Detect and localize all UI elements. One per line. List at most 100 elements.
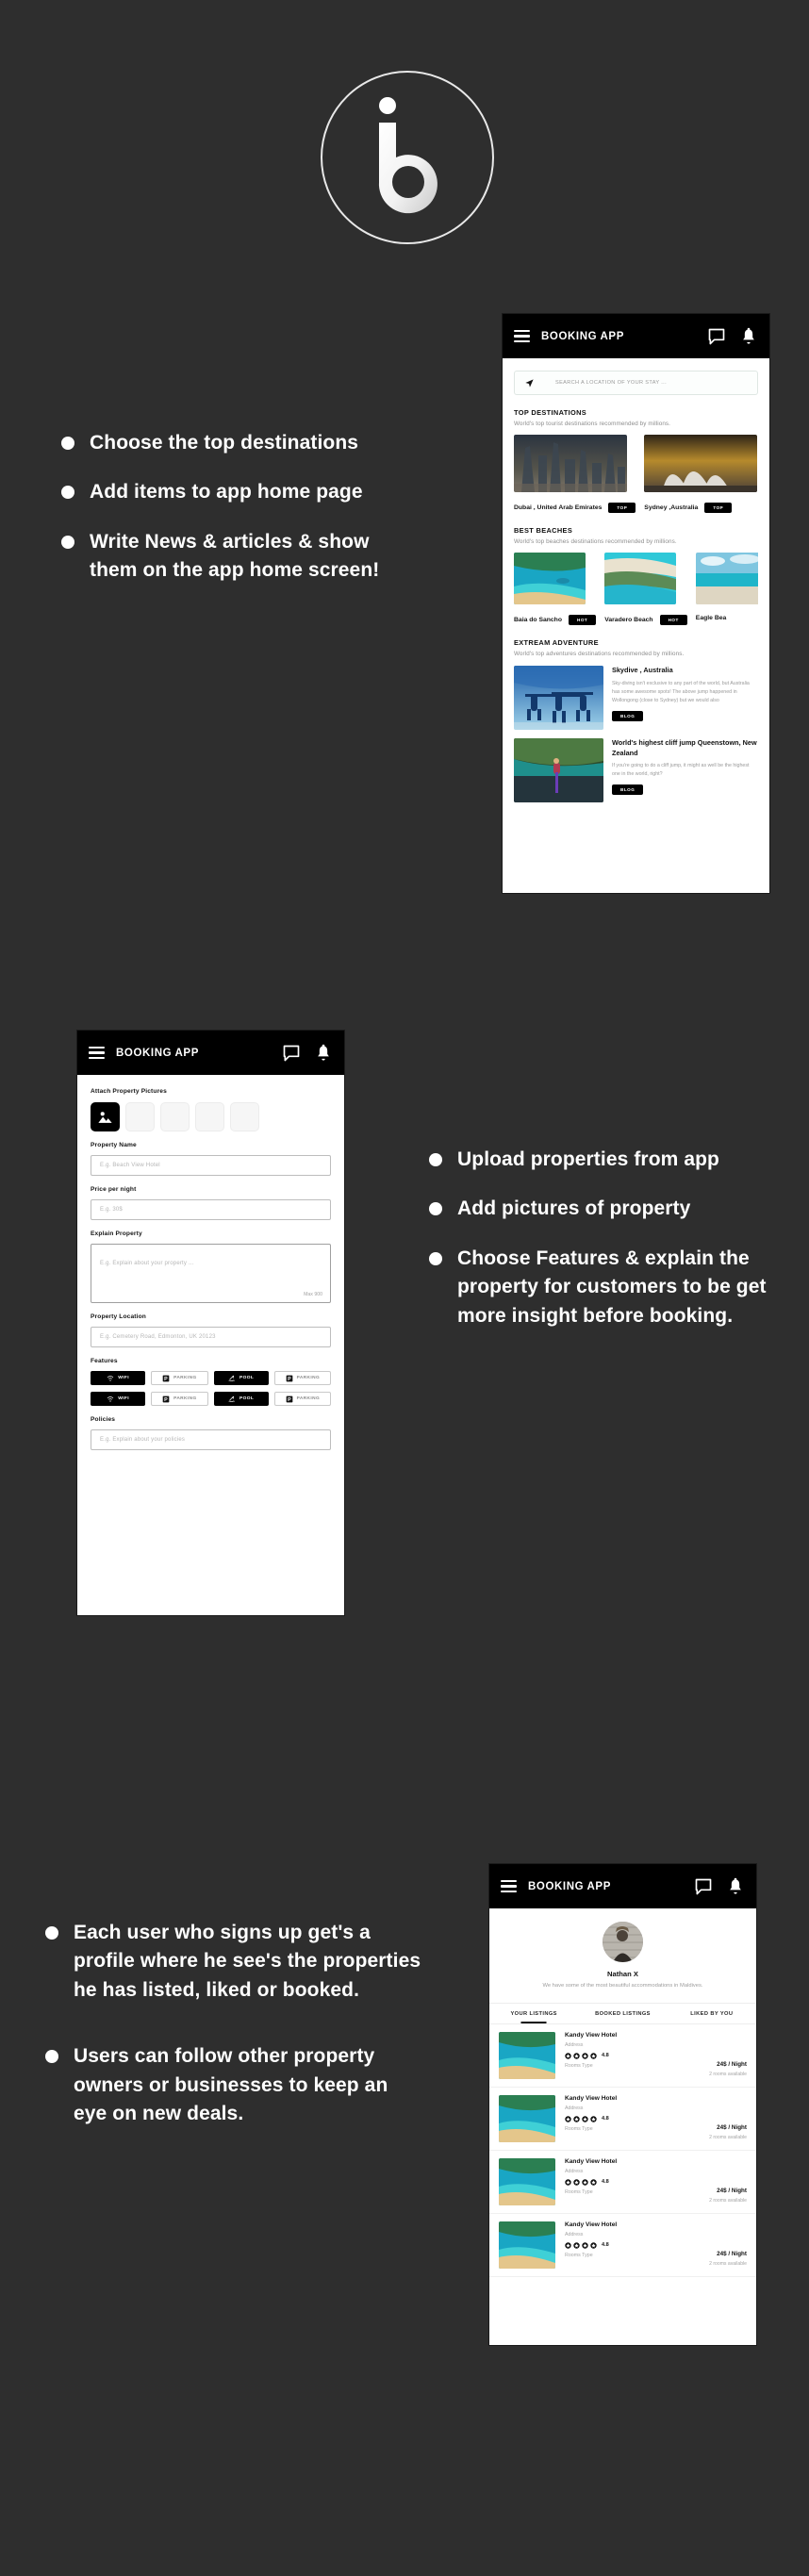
tab-booked-listings[interactable]: BOOKED LISTINGS: [578, 2004, 667, 2023]
status-badge: HOT: [659, 615, 687, 625]
listing-row[interactable]: Kandy View Hotel Address 4.8 Rooms Type …: [489, 2088, 756, 2151]
adventure-item[interactable]: World's highest cliff jump Queenstown, N…: [514, 738, 758, 802]
pool-icon: [228, 1395, 235, 1402]
listing-availability: 2 rooms available: [709, 2071, 747, 2077]
picture-slot[interactable]: [125, 1102, 155, 1131]
chat-icon[interactable]: [282, 1044, 301, 1063]
field-placeholder: E.g. Cemetery Road, Edmonton, UK 20123: [100, 1334, 216, 1340]
picture-tiles: [91, 1102, 331, 1131]
bullet-text: Users can follow other property owners o…: [74, 2045, 388, 2125]
adventure-description: Sky-diving isn't exclusive to any part o…: [612, 680, 750, 703]
feature-chip-pool[interactable]: POOL: [213, 1371, 269, 1385]
pool-icon: [228, 1375, 235, 1381]
listing-row[interactable]: Kandy View Hotel Address 4.8 Rooms Type …: [489, 2151, 756, 2214]
star-icon: [582, 2052, 588, 2059]
destination-name: Varadero Beach: [604, 617, 653, 623]
listing-price-block: 24$ / Night 2 rooms available: [709, 2158, 747, 2205]
hamburger-icon[interactable]: [89, 1046, 105, 1060]
wifi-icon: [107, 1395, 114, 1402]
avatar[interactable]: [603, 1922, 643, 1962]
destination-card[interactable]: Varadero Beach HOT: [604, 553, 687, 625]
picture-slot[interactable]: [195, 1102, 224, 1131]
character-counter: Max 900: [304, 1292, 322, 1297]
destination-carousel[interactable]: Dubai , United Arab Emirates TOP Sydney …: [514, 435, 758, 513]
feature-chip-parking[interactable]: P PARKING: [273, 1392, 331, 1406]
bullet-list-profile-features: Each user who signs up get's a profile w…: [45, 1919, 422, 2167]
picture-slot[interactable]: [230, 1102, 259, 1131]
destination-card[interactable]: Eagle Bea: [695, 553, 758, 625]
feature-chip-parking[interactable]: P PARKING: [151, 1371, 208, 1385]
feature-chip-pool[interactable]: POOL: [213, 1392, 269, 1406]
profile-bio: We have some of the most beautiful accom…: [542, 1983, 703, 1989]
phone-mockup-home: BOOKING APP SEARCH A LOCATION OF YOUR ST…: [503, 314, 769, 893]
profile-header: Nathan X We have some of the most beauti…: [489, 1908, 756, 1991]
star-icon: [565, 2178, 571, 2186]
app-title: BOOKING APP: [116, 1047, 199, 1059]
image-upload-button[interactable]: [91, 1102, 120, 1131]
destination-card[interactable]: Dubai , United Arab Emirates TOP: [514, 435, 636, 513]
price-per-night-field[interactable]: E.g. 30$: [91, 1199, 331, 1220]
list-item: Write News & articles & show them on the…: [61, 528, 420, 586]
bell-icon[interactable]: [314, 1044, 333, 1063]
status-badge: TOP: [704, 503, 733, 513]
hamburger-icon[interactable]: [514, 329, 530, 343]
feature-chip-parking[interactable]: P PARKING: [273, 1371, 331, 1385]
listings-list: Kandy View Hotel Address 4.8 Rooms Type …: [489, 2024, 756, 2277]
rating-stars: 4.8: [565, 2052, 700, 2059]
adventure-title: World's highest cliff jump Queenstown, N…: [612, 738, 757, 757]
blog-badge[interactable]: BLOG: [612, 784, 644, 796]
destination-card[interactable]: Sydney ,Australia TOP: [644, 435, 758, 513]
search-input[interactable]: SEARCH A LOCATION OF YOUR STAY ...: [514, 371, 758, 395]
profile-screen: Nathan X We have some of the most beauti…: [489, 1908, 756, 2345]
app-title: BOOKING APP: [528, 1880, 611, 1892]
star-icon: [565, 2241, 571, 2249]
listing-availability: 2 rooms available: [709, 2197, 747, 2204]
feature-chip-wifi[interactable]: WIFI: [91, 1392, 146, 1406]
star-icon: [590, 2115, 597, 2122]
list-item: Add items to app home page: [61, 478, 420, 506]
bell-icon[interactable]: [739, 327, 758, 346]
listing-row[interactable]: Kandy View Hotel Address 4.8 Rooms Type …: [489, 2214, 756, 2277]
section-best-beaches: BEST BEACHES World's top beaches destina…: [503, 526, 769, 625]
destination-card[interactable]: Baia do Sancho HOT: [514, 553, 597, 625]
poster-canvas: Choose the top destinations Add items to…: [0, 0, 809, 2576]
picture-slot[interactable]: [160, 1102, 190, 1131]
property-location-label: Property Location: [91, 1313, 146, 1320]
section-title: EXTREAM ADVENTURE: [514, 638, 599, 647]
tab-liked-by-you[interactable]: LIKED BY YOU: [668, 2004, 756, 2023]
hamburger-icon[interactable]: [501, 1879, 517, 1893]
property-name-field[interactable]: E.g. Beach View Hotel: [91, 1155, 331, 1176]
listing-name: Kandy View Hotel: [565, 2031, 618, 2039]
listing-thumbnail-image: [499, 2094, 555, 2142]
feature-chip-row: WIFI P PARKING POOL P PARKING: [91, 1371, 331, 1385]
property-location-field[interactable]: E.g. Cemetery Road, Edmonton, UK 20123: [91, 1327, 331, 1347]
chat-icon[interactable]: [707, 327, 726, 346]
explain-property-textarea[interactable]: E.g. Explain about your property ... Max…: [91, 1244, 331, 1303]
rating-score: 4.8: [602, 2116, 609, 2122]
feature-chip-wifi[interactable]: WIFI: [91, 1371, 146, 1385]
chat-icon[interactable]: [694, 1877, 713, 1896]
bell-icon[interactable]: [726, 1877, 745, 1896]
app-title: BOOKING APP: [541, 330, 624, 342]
svg-text:P: P: [288, 1377, 291, 1382]
adventure-title: Skydive , Australia: [612, 666, 673, 674]
listing-row[interactable]: Kandy View Hotel Address 4.8 Rooms Type …: [489, 2024, 756, 2088]
section-subtitle: World's top tourist destinations recomme…: [514, 421, 671, 427]
tab-your-listings[interactable]: YOUR LISTINGS: [489, 2004, 578, 2023]
listing-name: Kandy View Hotel: [565, 2094, 618, 2102]
listing-thumbnail-image: [499, 2221, 555, 2269]
star-icon: [590, 2178, 597, 2186]
beach-carousel[interactable]: Baia do Sancho HOT Varadero Beach HOT Ea…: [514, 553, 758, 625]
baia-beach-image: [514, 553, 586, 604]
chip-label: POOL: [239, 1396, 255, 1401]
parking-icon: P: [286, 1375, 292, 1382]
chip-label: WIFI: [118, 1396, 129, 1401]
brand-logo: [321, 71, 494, 244]
adventure-item[interactable]: Skydive , Australia Sky-diving isn't exc…: [514, 666, 758, 730]
feature-chip-parking[interactable]: P PARKING: [151, 1392, 208, 1406]
policies-field[interactable]: E.g. Explain about your policies: [91, 1429, 331, 1450]
blog-badge[interactable]: BLOG: [612, 710, 644, 721]
bullet-dot-icon: [429, 1153, 442, 1166]
chip-label: PARKING: [296, 1376, 321, 1380]
image-upload-icon: [98, 1112, 112, 1123]
